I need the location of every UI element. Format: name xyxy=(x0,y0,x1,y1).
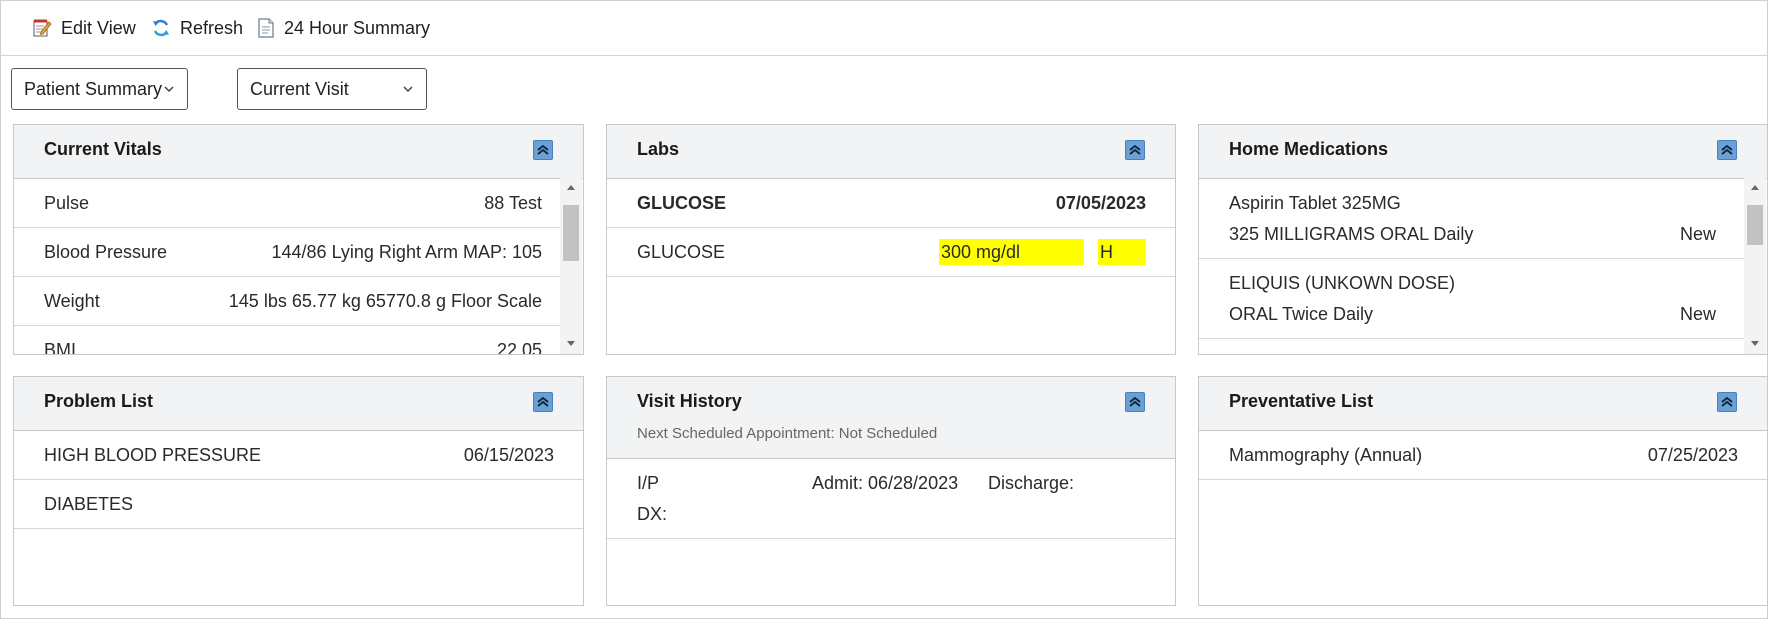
labs-panel: Labs GLUCOSE 07/05/2023 GLUCOSE 300 mg/d… xyxy=(606,124,1176,355)
edit-view-icon xyxy=(33,19,52,37)
vital-value: 88 Test xyxy=(484,193,542,213)
vital-label: Blood Pressure xyxy=(44,242,168,262)
visit-history-panel: Visit History Next Scheduled Appointment… xyxy=(606,376,1176,606)
medication-status: New xyxy=(1679,224,1716,244)
chevron-down-icon xyxy=(403,86,413,93)
problem-label: DIABETES xyxy=(44,494,134,514)
vital-row-blood-pressure: Blood Pressure 144/86 Lying Right Arm MA… xyxy=(14,228,560,277)
vital-value: 145 lbs 65.77 kg 65770.8 g Floor Scale xyxy=(228,291,542,311)
visit-entry: I/P Admit: 06/28/2023 Discharge: DX: xyxy=(607,459,1175,539)
vital-row-pulse: Pulse 88 Test xyxy=(14,179,560,228)
collapse-button[interactable] xyxy=(1125,392,1145,412)
panel-header: Problem List xyxy=(14,377,583,431)
collapse-button[interactable] xyxy=(1717,392,1737,412)
view-select-value: Patient Summary xyxy=(24,78,163,99)
scrollbar[interactable] xyxy=(560,177,582,354)
lab-date: 07/05/2023 xyxy=(1055,193,1146,213)
preventative-label: Mammography (Annual) xyxy=(1229,445,1423,465)
vital-row-bmi: BMI 22.05 xyxy=(14,326,560,355)
scroll-down-icon[interactable] xyxy=(560,334,582,352)
scroll-up-icon[interactable] xyxy=(1744,179,1766,197)
lab-result-flag: H xyxy=(1098,239,1146,265)
panel-title: Preventative List xyxy=(1229,391,1374,411)
problem-label: HIGH BLOOD PRESSURE xyxy=(44,445,262,465)
panel-title: Problem List xyxy=(44,391,154,411)
panel-header: Labs xyxy=(607,125,1175,179)
home-medications-panel: Home Medications Aspirin Tablet 325MG 32… xyxy=(1198,124,1768,355)
collapse-up-icon xyxy=(537,396,549,407)
preventative-date: 07/25/2023 xyxy=(1647,445,1738,465)
preventative-row: Mammography (Annual) 07/25/2023 xyxy=(1199,431,1767,480)
collapse-button[interactable] xyxy=(1717,140,1737,160)
scroll-up-icon[interactable] xyxy=(560,179,582,197)
refresh-label: Refresh xyxy=(180,17,244,38)
scroll-down-icon[interactable] xyxy=(1744,334,1766,352)
vital-value: 22.05 xyxy=(496,340,542,355)
problem-row: HIGH BLOOD PRESSURE 06/15/2023 xyxy=(14,431,583,480)
problem-list-panel: Problem List HIGH BLOOD PRESSURE 06/15/2… xyxy=(13,376,584,606)
current-vitals-panel: Current Vitals Pulse 88 Test Blood Press… xyxy=(13,124,584,355)
problem-date: 06/15/2023 xyxy=(463,445,554,465)
vital-label: BMI xyxy=(44,340,77,355)
collapse-up-icon xyxy=(537,144,549,155)
24-hour-summary-button[interactable]: 24 Hour Summary xyxy=(257,16,430,40)
edit-view-button[interactable]: Edit View xyxy=(32,16,136,40)
visit-type: I/P xyxy=(637,473,660,493)
medication-sig: ORAL Twice Daily xyxy=(1229,304,1374,324)
vital-value: 144/86 Lying Right Arm MAP: 105 xyxy=(271,242,542,262)
chevron-down-icon xyxy=(164,86,174,93)
visit-dx: DX: xyxy=(637,504,668,524)
panel-title: Labs xyxy=(637,139,680,159)
view-select[interactable]: Patient Summary xyxy=(11,68,188,110)
vital-label: Pulse xyxy=(44,193,90,213)
medication-item: ELIQUIS (UNKOWN DOSE) ORAL Twice Daily N… xyxy=(1199,259,1744,339)
medication-item: Aspirin Tablet 325MG 325 MILLIGRAMS ORAL… xyxy=(1199,179,1744,259)
medication-status: New xyxy=(1679,304,1716,324)
lab-header-row: GLUCOSE 07/05/2023 xyxy=(607,179,1175,228)
lab-name: GLUCOSE xyxy=(637,193,727,213)
lab-result-row: GLUCOSE 300 mg/dl H xyxy=(607,228,1175,277)
scrollbar[interactable] xyxy=(1744,177,1766,354)
medication-name: Aspirin Tablet 325MG xyxy=(1229,193,1401,213)
document-icon xyxy=(258,18,274,38)
scrollbar-thumb[interactable] xyxy=(1747,205,1763,245)
medication-sig: 325 MILLIGRAMS ORAL Daily xyxy=(1229,224,1474,244)
lab-result-name: GLUCOSE xyxy=(637,242,726,262)
collapse-button[interactable] xyxy=(1125,140,1145,160)
medication-name: ELIQUIS (UNKOWN DOSE) xyxy=(1229,273,1456,293)
collapse-button[interactable] xyxy=(533,140,553,160)
visit-discharge: Discharge: xyxy=(988,473,1075,493)
collapse-up-icon xyxy=(1129,144,1141,155)
panel-title: Current Vitals xyxy=(44,139,162,159)
panel-header: Home Medications xyxy=(1199,125,1767,179)
problem-row: DIABETES xyxy=(14,480,583,529)
visit-select[interactable]: Current Visit xyxy=(237,68,427,110)
refresh-icon xyxy=(153,19,169,37)
panel-header: Visit History Next Scheduled Appointment… xyxy=(607,377,1175,459)
vital-label: Weight xyxy=(44,291,100,311)
24-hour-summary-label: 24 Hour Summary xyxy=(284,17,431,38)
panel-header: Preventative List xyxy=(1199,377,1767,431)
lab-result-value: 300 mg/dl xyxy=(939,239,1084,265)
collapse-button[interactable] xyxy=(533,392,553,412)
collapse-up-icon xyxy=(1129,396,1141,407)
collapse-up-icon xyxy=(1721,396,1733,407)
collapse-up-icon xyxy=(1721,144,1733,155)
toolbar: Edit View Refresh 24 Hour Summary xyxy=(0,0,1768,56)
next-appointment-text: Next Scheduled Appointment: Not Schedule… xyxy=(637,425,938,442)
edit-view-label: Edit View xyxy=(61,17,136,38)
vital-row-weight: Weight 145 lbs 65.77 kg 65770.8 g Floor … xyxy=(14,277,560,326)
panel-title: Visit History xyxy=(637,391,742,411)
panel-title: Home Medications xyxy=(1229,139,1389,159)
panel-header: Current Vitals xyxy=(14,125,583,179)
visit-select-value: Current Visit xyxy=(250,78,349,99)
scrollbar-thumb[interactable] xyxy=(563,205,579,261)
refresh-button[interactable]: Refresh xyxy=(151,16,243,40)
preventative-list-panel: Preventative List Mammography (Annual) 0… xyxy=(1198,376,1768,606)
visit-admit: Admit: 06/28/2023 xyxy=(812,473,959,493)
